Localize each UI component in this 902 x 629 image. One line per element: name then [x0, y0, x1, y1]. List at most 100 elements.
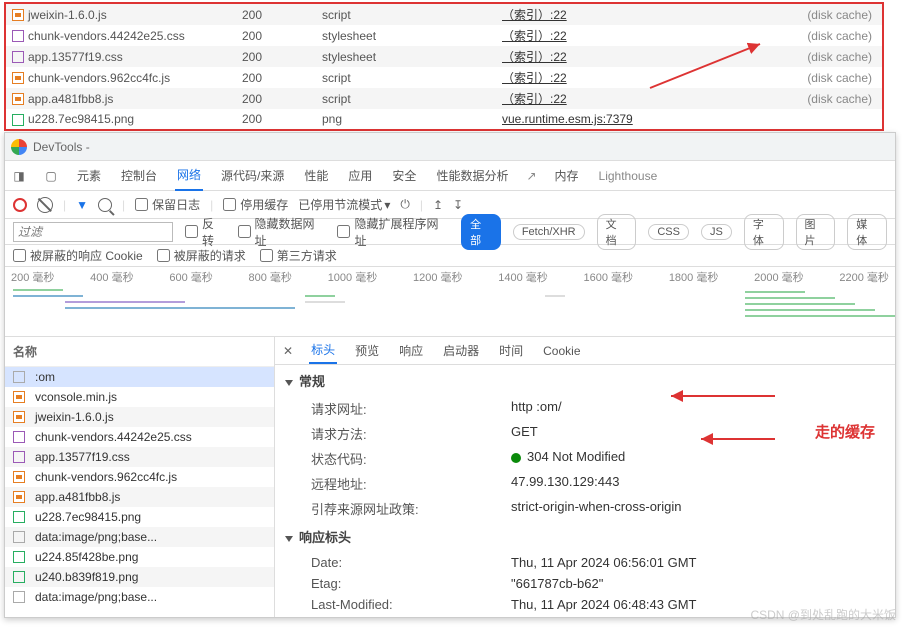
pill-media[interactable]: 媒体 [847, 214, 887, 250]
tick-label: 1600 毫秒 [584, 269, 634, 285]
label-date: Date: [311, 555, 511, 570]
tab-lighthouse[interactable]: Lighthouse [597, 163, 660, 189]
value-remote: 47.99.130.129:443 [511, 474, 885, 493]
table-row[interactable]: chunk-vendors.962cc4fc.js200script（索引）:2… [6, 67, 882, 88]
throttle-select[interactable]: 已停用节流模式 ▾ [298, 196, 390, 213]
table-row[interactable]: chunk-vendors.44242e25.css200stylesheet（… [6, 25, 882, 46]
record-icon[interactable] [13, 198, 27, 212]
list-item[interactable]: data:image/png;base... [5, 587, 274, 607]
pill-css[interactable]: CSS [648, 224, 689, 240]
dtab-headers[interactable]: 标头 [309, 337, 337, 364]
hide-ext-checkbox[interactable]: 隐藏扩展程序网址 [337, 215, 449, 249]
request-name: u224.85f428be.png [35, 550, 138, 564]
file-icon [12, 72, 24, 84]
pill-doc[interactable]: 文档 [597, 214, 637, 250]
pill-js[interactable]: JS [701, 224, 732, 240]
list-item[interactable]: app.13577f19.css [5, 447, 274, 467]
blocked-resp-checkbox[interactable]: 被屏蔽的响应 Cookie [13, 247, 143, 264]
list-item[interactable]: app.a481fbb8.js [5, 487, 274, 507]
tab-memory[interactable]: 内存 [553, 161, 581, 190]
tick-label: 1000 毫秒 [328, 269, 378, 285]
request-list-panel: 名称 :omvconsole.min.jsjweixin-1.6.0.jschu… [5, 337, 275, 617]
tick-label: 1400 毫秒 [498, 269, 548, 285]
request-name: u240.b839f819.png [35, 570, 138, 584]
filter-input[interactable] [13, 222, 173, 242]
dtab-response[interactable]: 响应 [397, 338, 425, 363]
expand-icon[interactable]: ↗ [526, 169, 536, 183]
list-item[interactable]: vconsole.min.js [5, 387, 274, 407]
pill-font[interactable]: 字体 [744, 214, 784, 250]
file-icon [13, 531, 25, 543]
search-icon[interactable] [98, 198, 112, 212]
table-row[interactable]: app.a481fbb8.js200script（索引）:22(disk cac… [6, 88, 882, 109]
label-url: 请求网址: [311, 399, 511, 418]
dtab-initiator[interactable]: 启动器 [441, 338, 481, 363]
list-item[interactable]: u240.b839f819.png [5, 567, 274, 587]
list-item[interactable]: u224.85f428be.png [5, 547, 274, 567]
tick-label: 1800 毫秒 [669, 269, 719, 285]
file-icon [12, 93, 24, 105]
clear-icon[interactable] [37, 197, 53, 213]
value-refpol: strict-origin-when-cross-origin [511, 499, 885, 518]
hide-data-checkbox[interactable]: 隐藏数据网址 [238, 215, 326, 249]
tab-network[interactable]: 网络 [175, 160, 203, 191]
tab-application[interactable]: 应用 [346, 161, 374, 190]
tab-performance[interactable]: 性能 [302, 161, 330, 190]
tab-perfinsights[interactable]: 性能数据分析 [434, 161, 510, 190]
value-method: GET [511, 424, 885, 443]
third-party-checkbox[interactable]: 第三方请求 [260, 247, 337, 264]
table-row[interactable]: u228.7ec98415.png200pngvue.runtime.esm.j… [6, 109, 882, 129]
list-item[interactable]: chunk-vendors.44242e25.css [5, 427, 274, 447]
label-refpol: 引荐来源网址政策: [311, 499, 511, 518]
label-etag: Etag: [311, 576, 511, 591]
file-icon [12, 9, 24, 21]
dtab-timing[interactable]: 时间 [497, 338, 525, 363]
section-response-headers[interactable]: 响应标头 [275, 521, 895, 552]
tick-label: 400 毫秒 [90, 269, 133, 285]
invert-checkbox[interactable]: 反转 [185, 215, 226, 249]
pill-fetch[interactable]: Fetch/XHR [513, 224, 585, 240]
main-tabs: ◨ ▢ 元素 控制台 网络 源代码/来源 性能 应用 安全 性能数据分析 ↗ 内… [5, 161, 895, 191]
tab-security[interactable]: 安全 [390, 161, 418, 190]
inspect-icon[interactable]: ◨ [11, 168, 27, 184]
name-column-header[interactable]: 名称 [5, 337, 274, 367]
pill-all[interactable]: 全部 [461, 214, 501, 250]
device-icon[interactable]: ▢ [43, 168, 59, 184]
blocked-req-checkbox[interactable]: 被屏蔽的请求 [157, 247, 246, 264]
file-icon [13, 491, 25, 503]
label-status: 状态代码: [311, 449, 511, 468]
tab-sources[interactable]: 源代码/来源 [219, 161, 286, 190]
list-item[interactable]: u228.7ec98415.png [5, 507, 274, 527]
tick-label: 600 毫秒 [169, 269, 212, 285]
top-network-table: jweixin-1.6.0.js200script（索引）:22(disk ca… [4, 2, 884, 131]
tab-elements[interactable]: 元素 [75, 161, 103, 190]
file-icon [13, 571, 25, 583]
dtab-cookies[interactable]: Cookie [541, 340, 582, 362]
close-icon[interactable]: ✕ [283, 344, 293, 358]
window-title: DevTools - [33, 140, 90, 154]
file-icon [13, 431, 25, 443]
table-row[interactable]: app.13577f19.css200stylesheet（索引）:22(dis… [6, 46, 882, 67]
wifi-icon[interactable]: ⏻ [400, 197, 410, 212]
table-row[interactable]: jweixin-1.6.0.js200script（索引）:22(disk ca… [6, 4, 882, 25]
download-icon[interactable]: ↧ [453, 198, 463, 212]
list-item[interactable]: chunk-vendors.962cc4fc.js [5, 467, 274, 487]
upload-icon[interactable]: ↥ [433, 198, 443, 212]
pill-img[interactable]: 图片 [796, 214, 836, 250]
devtools-window: DevTools - ◨ ▢ 元素 控制台 网络 源代码/来源 性能 应用 安全… [4, 132, 896, 618]
filter-icon[interactable]: ▼ [76, 198, 88, 212]
dtab-preview[interactable]: 预览 [353, 338, 381, 363]
list-item[interactable]: data:image/png;base... [5, 527, 274, 547]
tick-label: 800 毫秒 [249, 269, 292, 285]
file-icon [13, 511, 25, 523]
value-status: 304 Not Modified [511, 449, 885, 468]
list-item[interactable]: :om [5, 367, 274, 387]
tab-console[interactable]: 控制台 [119, 161, 159, 190]
section-general[interactable]: 常规 [275, 365, 895, 396]
label-method: 请求方法: [311, 424, 511, 443]
value-etag: "661787cb-b62" [511, 576, 885, 591]
preserve-log-checkbox[interactable]: 保留日志 [135, 196, 200, 213]
disable-cache-checkbox[interactable]: 停用缓存 [223, 196, 288, 213]
list-item[interactable]: jweixin-1.6.0.js [5, 407, 274, 427]
waterfall-overview[interactable]: 200 毫秒400 毫秒600 毫秒800 毫秒1000 毫秒1200 毫秒14… [5, 267, 895, 337]
